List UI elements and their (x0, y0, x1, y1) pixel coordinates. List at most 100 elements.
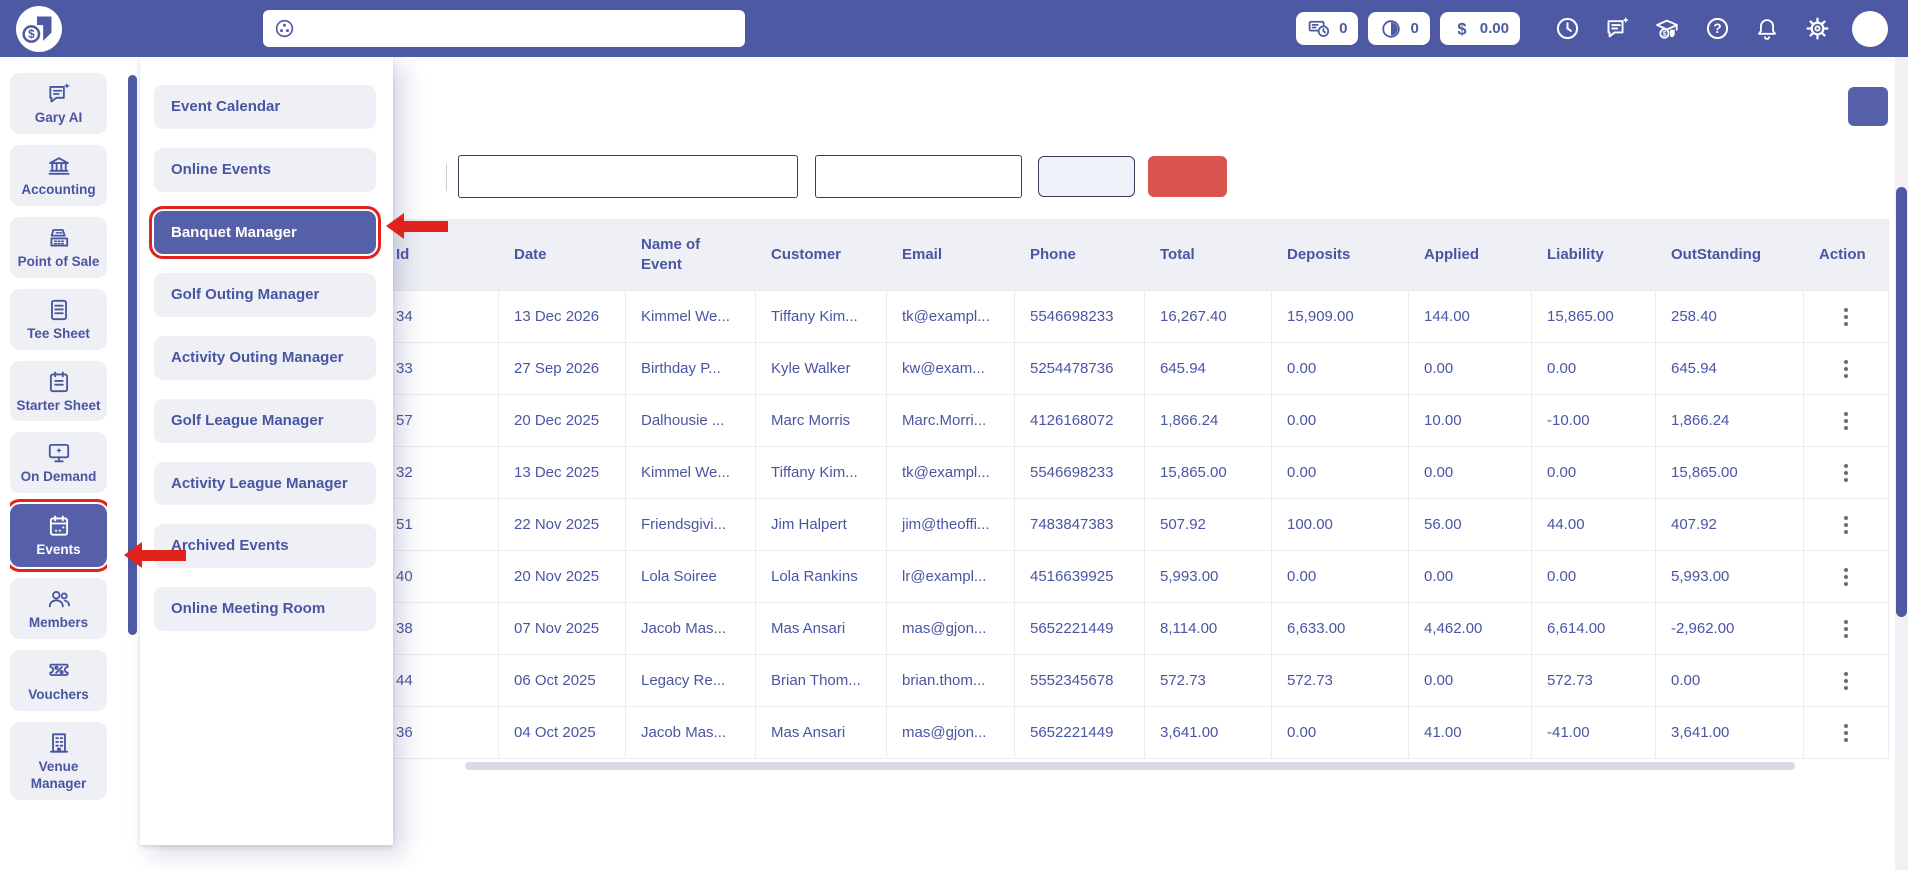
table-row[interactable]: 32 13 Dec 2025 Kimmel We... Tiffany Kim.… (381, 447, 1889, 499)
cell-customer: Marc Morris (756, 395, 887, 447)
cell-event-name: Kimmel We... (626, 447, 756, 499)
table-row[interactable]: 57 20 Dec 2025 Dalhousie ... Marc Morris… (381, 395, 1889, 447)
row-actions-kebab-icon[interactable] (1838, 354, 1854, 384)
row-actions-kebab-icon[interactable] (1838, 406, 1854, 436)
table-row[interactable]: 33 27 Sep 2026 Birthday P... Kyle Walker… (381, 343, 1889, 395)
table-row[interactable]: 51 22 Nov 2025 Friendsgivi... Jim Halper… (381, 499, 1889, 551)
sidebar-item-members[interactable]: Members (10, 578, 107, 639)
table-row[interactable]: 38 07 Nov 2025 Jacob Mas... Mas Ansari m… (381, 603, 1889, 655)
cell-date: 07 Nov 2025 (499, 603, 626, 655)
ask-gary-input[interactable] (305, 20, 735, 38)
clock-button[interactable] (1553, 15, 1581, 43)
sidebar-scrollbar[interactable] (128, 75, 137, 635)
menu-item-activity-outing-manager[interactable]: Activity Outing Manager (154, 336, 376, 380)
cell-customer: Jim Halpert (756, 499, 887, 551)
table-row[interactable]: 36 04 Oct 2025 Jacob Mas... Mas Ansari m… (381, 707, 1889, 759)
table-row[interactable]: 34 13 Dec 2026 Kimmel We... Tiffany Kim.… (381, 291, 1889, 343)
on-demand-icon (46, 440, 72, 466)
avatar[interactable] (1852, 11, 1888, 47)
menu-item-golf-league-manager[interactable]: Golf League Manager (154, 399, 376, 443)
sidebar-item-events[interactable]: Events (10, 504, 107, 567)
table-row[interactable]: 44 06 Oct 2025 Legacy Re... Brian Thom..… (381, 655, 1889, 707)
event-name-input[interactable] (458, 155, 798, 198)
page-scrollbar[interactable] (1896, 187, 1907, 617)
svg-text:?: ? (1713, 21, 1721, 36)
column-header: Liability (1532, 220, 1656, 291)
menu-item-online-meeting-room[interactable]: Online Meeting Room (154, 587, 376, 631)
cell-applied: 0.00 (1409, 343, 1532, 395)
cell-deposits: 0.00 (1272, 707, 1409, 759)
cell-date: 27 Sep 2026 (499, 343, 626, 395)
help-button[interactable]: ? (1703, 15, 1731, 43)
sidebar-item-tee-sheet[interactable]: Tee Sheet (10, 289, 107, 350)
add-new-event-button[interactable] (1848, 87, 1888, 126)
svg-text:$: $ (1457, 20, 1466, 38)
starter-sheet-icon (46, 369, 72, 395)
header-pills: 00 $0.00 (1296, 12, 1520, 45)
cell-id: 38 (381, 603, 499, 655)
register-count-pill[interactable]: 0 (1296, 12, 1358, 45)
cell-phone: 5652221449 (1015, 707, 1145, 759)
menu-item-event-calendar[interactable]: Event Calendar (154, 85, 376, 129)
sidebar-item-point-of-sale[interactable]: Point of Sale (10, 217, 107, 278)
notifications-button[interactable] (1753, 15, 1781, 43)
venue-manager-icon (46, 730, 72, 756)
row-actions-kebab-icon[interactable] (1838, 666, 1854, 696)
row-actions-kebab-icon[interactable] (1838, 562, 1854, 592)
cell-liability: -41.00 (1532, 707, 1656, 759)
cell-customer: Mas Ansari (756, 603, 887, 655)
academy-button[interactable]: $ (1653, 15, 1681, 43)
dollar-icon: $ (1451, 18, 1473, 40)
table-row[interactable]: 40 20 Nov 2025 Lola Soiree Lola Rankins … (381, 551, 1889, 603)
sidebar-item-vouchers[interactable]: Vouchers (10, 650, 107, 711)
sidebar-item-venue-manager[interactable]: Venue Manager (10, 722, 107, 800)
cell-event-name: Jacob Mas... (626, 707, 756, 759)
menu-item-online-events[interactable]: Online Events (154, 148, 376, 192)
page-scrollbar-track (1895, 57, 1908, 870)
date-range-input[interactable] (815, 155, 1022, 198)
cell-email: tk@exampl... (887, 447, 1015, 499)
menu-item-golf-outing-manager[interactable]: Golf Outing Manager (154, 273, 376, 317)
row-actions-kebab-icon[interactable] (1838, 614, 1854, 644)
cell-phone: 5552345678 (1015, 655, 1145, 707)
sidebar-item-starter-sheet[interactable]: Starter Sheet (10, 361, 107, 422)
cell-applied: 144.00 (1409, 291, 1532, 343)
clock-icon (1554, 15, 1581, 42)
cell-liability: 0.00 (1532, 551, 1656, 603)
sidebar-item-accounting[interactable]: Accounting (10, 145, 107, 206)
cell-customer: Kyle Walker (756, 343, 887, 395)
vouchers-icon (46, 658, 72, 684)
cell-phone: 4126168072 (1015, 395, 1145, 447)
app-root: $ 00 $0.00 $? Gary AI Accounting Point of S… (0, 0, 1908, 870)
sidebar-item-gary-ai[interactable]: Gary AI (10, 73, 107, 134)
menu-item-activity-league-manager[interactable]: Activity League Manager (154, 462, 376, 506)
cell-liability: 0.00 (1532, 447, 1656, 499)
cell-total: 1,866.24 (1145, 395, 1272, 447)
row-actions-kebab-icon[interactable] (1838, 510, 1854, 540)
cell-outstanding: 3,641.00 (1656, 707, 1804, 759)
row-actions-kebab-icon[interactable] (1838, 302, 1854, 332)
help-icon: ? (1704, 15, 1731, 42)
gear-icon (1804, 15, 1831, 42)
menu-item-archived-events[interactable]: Archived Events (154, 524, 376, 568)
cell-email: brian.thom... (887, 655, 1015, 707)
swap-filter-icon[interactable] (402, 159, 438, 195)
balance-pill[interactable]: $0.00 (1440, 12, 1520, 45)
timer-icon (1379, 17, 1403, 41)
clear-button[interactable] (1148, 156, 1227, 197)
timer-count-pill[interactable]: 0 (1368, 12, 1429, 45)
search-button[interactable] (1038, 156, 1135, 197)
row-actions-kebab-icon[interactable] (1838, 458, 1854, 488)
row-actions-kebab-icon[interactable] (1838, 718, 1854, 748)
menu-item-banquet-manager[interactable]: Banquet Manager (154, 211, 376, 255)
cell-email: Marc.Morri... (887, 395, 1015, 447)
cell-outstanding: 15,865.00 (1656, 447, 1804, 499)
cell-deposits: 572.73 (1272, 655, 1409, 707)
cell-outstanding: 5,993.00 (1656, 551, 1804, 603)
table-horizontal-scrollbar[interactable] (465, 762, 1795, 770)
cell-date: 06 Oct 2025 (499, 655, 626, 707)
feedback-button[interactable] (1603, 15, 1631, 43)
synergy-logo-icon: $ (16, 6, 62, 52)
settings-button[interactable] (1803, 15, 1831, 43)
sidebar-item-on-demand[interactable]: On Demand (10, 432, 107, 493)
